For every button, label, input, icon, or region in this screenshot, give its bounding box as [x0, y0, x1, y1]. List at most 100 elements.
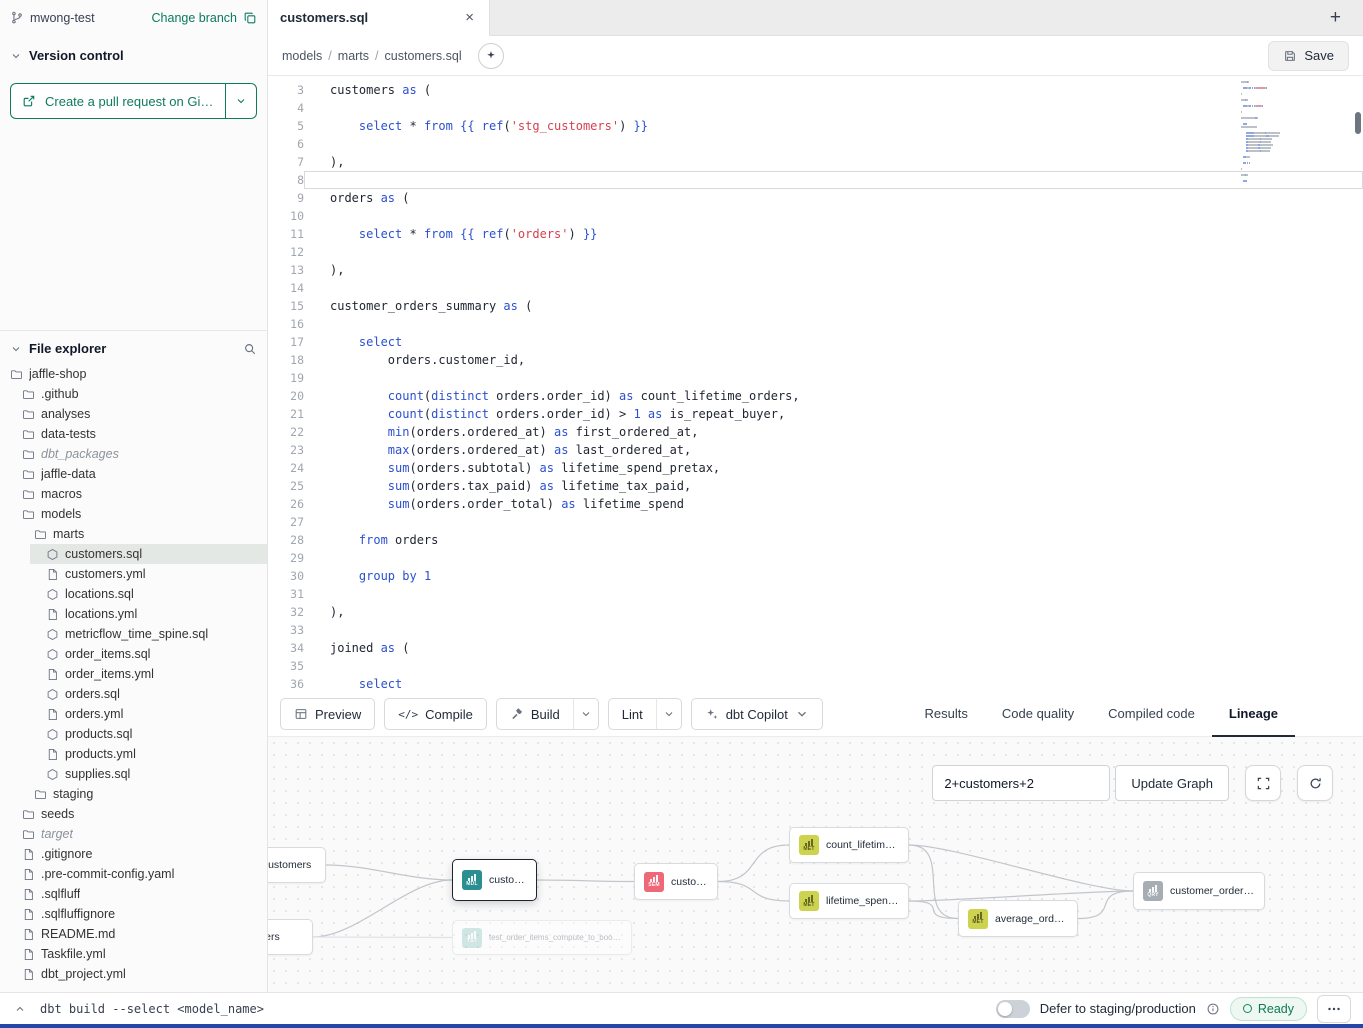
- build-dropdown-button[interactable]: [573, 698, 599, 730]
- code-line-26[interactable]: 26 sum(orders.order_total) as lifetime_s…: [268, 495, 1363, 513]
- tree-item-order_items.sql[interactable]: order_items.sql: [0, 644, 267, 664]
- tree-item-orders.yml[interactable]: orders.yml: [0, 704, 267, 724]
- code-line-3[interactable]: 3customers as (: [268, 81, 1363, 99]
- tree-item-.pre-commit-config.yaml[interactable]: .pre-commit-config.yaml: [0, 864, 267, 884]
- code-line-12[interactable]: 12: [268, 243, 1363, 261]
- copy-icon[interactable]: [243, 11, 257, 25]
- tree-item-jaffle-data[interactable]: jaffle-data: [0, 464, 267, 484]
- tree-item-products.sql[interactable]: products.sql: [0, 724, 267, 744]
- tree-item-products.yml[interactable]: products.yml: [0, 744, 267, 764]
- tree-item-analyses[interactable]: analyses: [0, 404, 267, 424]
- collapse-panel-button[interactable]: [12, 1001, 28, 1017]
- tree-item-staging[interactable]: staging: [0, 784, 267, 804]
- tree-item-seeds[interactable]: seeds: [0, 804, 267, 824]
- code-editor[interactable]: 3customers as (45 select * from {{ ref('…: [268, 76, 1363, 692]
- tree-item-supplies.sql[interactable]: supplies.sql: [0, 764, 267, 784]
- code-line-34[interactable]: 34joined as (: [268, 639, 1363, 657]
- refresh-button[interactable]: [1297, 765, 1333, 801]
- tree-item-order_items.yml[interactable]: order_items.yml: [0, 664, 267, 684]
- tree-item-dbt_packages[interactable]: dbt_packages: [0, 444, 267, 464]
- code-line-36[interactable]: 36 select: [268, 675, 1363, 692]
- code-line-24[interactable]: 24 sum(orders.subtotal) as lifetime_spen…: [268, 459, 1363, 477]
- tree-item-marts[interactable]: marts: [0, 524, 267, 544]
- tree-item-macros[interactable]: macros: [0, 484, 267, 504]
- tree-item-.sqlfluff[interactable]: .sqlfluff: [0, 884, 267, 904]
- code-line-9[interactable]: 9orders as (: [268, 189, 1363, 207]
- preview-button[interactable]: Preview: [280, 698, 375, 730]
- fullscreen-button[interactable]: [1245, 765, 1281, 801]
- lineage-node-lifetime_spend_pretax[interactable]: METlifetime_spend_pretax: [789, 883, 909, 919]
- tree-item-dbt_project.yml[interactable]: dbt_project.yml: [0, 964, 267, 984]
- tree-item-target[interactable]: target: [0, 824, 267, 844]
- code-line-32[interactable]: 32),: [268, 603, 1363, 621]
- scrollbar-thumb[interactable]: [1355, 112, 1361, 134]
- copilot-circle-button[interactable]: [478, 43, 504, 69]
- lineage-node-test_order_items[interactable]: TSTtest_order_items_compute_to_bools...: [452, 920, 632, 955]
- tree-item-customers.yml[interactable]: customers.yml: [0, 564, 267, 584]
- code-line-11[interactable]: 11 select * from {{ ref('orders') }}: [268, 225, 1363, 243]
- lineage-node-customers_sem[interactable]: SEMcustomers: [634, 863, 718, 900]
- search-icon[interactable]: [243, 342, 257, 356]
- code-line-28[interactable]: 28 from orders: [268, 531, 1363, 549]
- lineage-node-average_order_value[interactable]: METaverage_order_value: [958, 900, 1078, 937]
- tree-item-data-tests[interactable]: data-tests: [0, 424, 267, 444]
- code-line-33[interactable]: 33: [268, 621, 1363, 639]
- tab-customers-sql[interactable]: customers.sql ×: [268, 0, 490, 36]
- code-line-14[interactable]: 14: [268, 279, 1363, 297]
- code-line-16[interactable]: 16: [268, 315, 1363, 333]
- code-line-17[interactable]: 17 select: [268, 333, 1363, 351]
- create-pr-button[interactable]: Create a pull request on Git...: [10, 83, 225, 119]
- tree-item-.gitignore[interactable]: .gitignore: [0, 844, 267, 864]
- build-button[interactable]: Build: [496, 698, 574, 730]
- result-tab-compiled-code[interactable]: Compiled code: [1091, 692, 1212, 737]
- code-line-35[interactable]: 35: [268, 657, 1363, 675]
- tree-item-orders.sql[interactable]: orders.sql: [0, 684, 267, 704]
- tree-item-README.md[interactable]: README.md: [0, 924, 267, 944]
- tree-item-models[interactable]: models: [0, 504, 267, 524]
- compile-button[interactable]: </> Compile: [384, 698, 487, 730]
- tree-item-locations.sql[interactable]: locations.sql: [0, 584, 267, 604]
- code-line-25[interactable]: 25 sum(orders.tax_paid) as lifetime_tax_…: [268, 477, 1363, 495]
- breadcrumb-marts[interactable]: marts: [338, 49, 369, 63]
- lineage-selector-input[interactable]: [932, 765, 1110, 801]
- code-line-20[interactable]: 20 count(distinct orders.order_id) as co…: [268, 387, 1363, 405]
- tree-item-Taskfile.yml[interactable]: Taskfile.yml: [0, 944, 267, 964]
- tree-item-.github[interactable]: .github: [0, 384, 267, 404]
- code-line-15[interactable]: 15customer_orders_summary as (: [268, 297, 1363, 315]
- code-line-5[interactable]: 5 select * from {{ ref('stg_customers') …: [268, 117, 1363, 135]
- minimap[interactable]: [1241, 81, 1345, 183]
- code-line-30[interactable]: 30 group by 1: [268, 567, 1363, 585]
- version-control-header[interactable]: Version control: [0, 36, 267, 69]
- lineage-node-stg_customers[interactable]: MDLstg_customers: [268, 847, 326, 883]
- new-tab-button[interactable]: +: [1324, 7, 1347, 28]
- result-tab-results[interactable]: Results: [908, 692, 985, 737]
- code-line-19[interactable]: 19: [268, 369, 1363, 387]
- close-icon[interactable]: ×: [462, 9, 477, 26]
- update-graph-button[interactable]: Update Graph: [1115, 765, 1229, 801]
- code-line-22[interactable]: 22 min(orders.ordered_at) as first_order…: [268, 423, 1363, 441]
- code-line-6[interactable]: 6: [268, 135, 1363, 153]
- lint-button[interactable]: Lint: [608, 698, 657, 730]
- code-line-4[interactable]: 4: [268, 99, 1363, 117]
- lint-dropdown-button[interactable]: [656, 698, 682, 730]
- code-line-27[interactable]: 27: [268, 513, 1363, 531]
- tree-item-jaffle-shop[interactable]: jaffle-shop: [0, 364, 267, 384]
- code-line-7[interactable]: 7),: [268, 153, 1363, 171]
- tree-item-metricflow_time_spine.sql[interactable]: metricflow_time_spine.sql: [0, 624, 267, 644]
- defer-toggle[interactable]: [996, 1000, 1030, 1018]
- code-line-18[interactable]: 18 orders.customer_id,: [268, 351, 1363, 369]
- change-branch-link[interactable]: Change branch: [152, 11, 237, 25]
- lineage-node-customer_order_metrics[interactable]: QRYcustomer_order_metrics: [1133, 872, 1265, 910]
- editor-scrollbar[interactable]: [1353, 76, 1363, 692]
- lineage-node-orders[interactable]: MDLorders: [268, 919, 313, 955]
- code-line-29[interactable]: 29: [268, 549, 1363, 567]
- save-button[interactable]: Save: [1268, 41, 1349, 71]
- code-line-23[interactable]: 23 max(orders.ordered_at) as last_ordere…: [268, 441, 1363, 459]
- code-line-8[interactable]: 8: [268, 171, 1363, 189]
- tree-item-.sqlfluffignore[interactable]: .sqlfluffignore: [0, 904, 267, 924]
- code-line-10[interactable]: 10: [268, 207, 1363, 225]
- code-line-21[interactable]: 21 count(distinct orders.order_id) > 1 a…: [268, 405, 1363, 423]
- breadcrumb-models[interactable]: models: [282, 49, 322, 63]
- result-tab-lineage[interactable]: Lineage: [1212, 692, 1295, 737]
- code-line-13[interactable]: 13),: [268, 261, 1363, 279]
